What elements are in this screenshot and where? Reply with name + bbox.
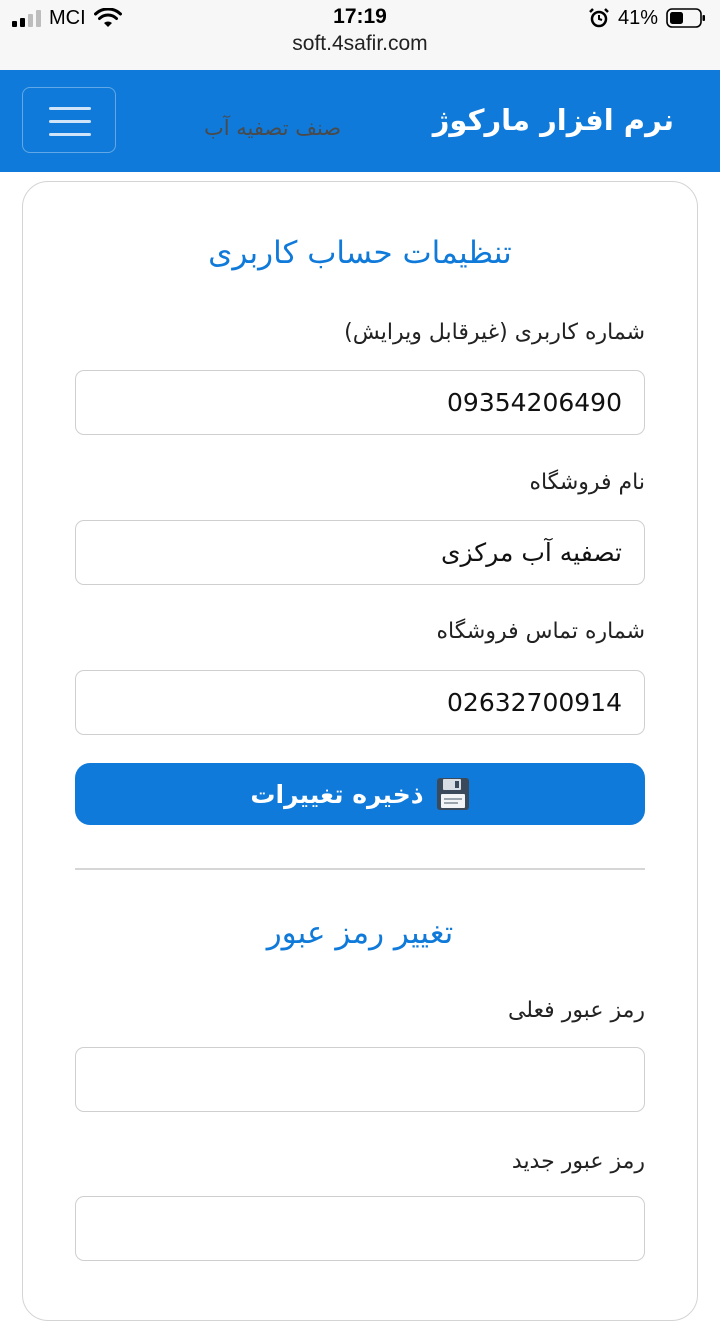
save-changes-label: ذخیره تغییرات <box>250 779 424 809</box>
hamburger-menu-icon <box>49 107 91 110</box>
top-navbar: صنف تصفیه آب نرم افزار مارکوژ <box>0 70 720 172</box>
new-password-field[interactable] <box>75 1196 645 1261</box>
shop-phone-label: شماره تماس فروشگاه <box>436 619 645 644</box>
brand-title[interactable]: نرم افزار مارکوژ <box>433 103 674 137</box>
address-url[interactable]: soft.4safir.com <box>0 32 720 56</box>
username-label: شماره کاربری (غیرقابل ویرایش) <box>344 320 645 345</box>
battery-icon <box>666 8 705 28</box>
status-right: 41% <box>588 6 706 30</box>
current-password-field[interactable] <box>75 1047 645 1112</box>
shop-name-field[interactable] <box>75 520 645 585</box>
navbar-subtitle: صنف تصفیه آب <box>204 116 342 140</box>
username-field[interactable] <box>75 370 645 435</box>
alarm-icon <box>589 8 609 28</box>
menu-toggle-button[interactable] <box>22 87 116 153</box>
new-password-label: رمز عبور جدید <box>511 1149 645 1174</box>
current-password-label: رمز عبور فعلی <box>507 998 645 1023</box>
floppy-disk-icon <box>436 778 469 810</box>
shop-phone-field[interactable] <box>75 670 645 735</box>
change-password-title: تغییر رمز عبور <box>266 915 454 951</box>
battery-percent: 41% <box>617 6 658 29</box>
save-changes-button[interactable]: ذخیره تغییرات <box>75 763 645 825</box>
shop-name-label: نام فروشگاه <box>529 470 645 495</box>
section-divider <box>75 868 645 870</box>
account-settings-title: تنظیمات حساب کاربری <box>208 235 512 271</box>
status-bar: MCI 17:19 41% soft.4safir.com <box>0 0 720 70</box>
